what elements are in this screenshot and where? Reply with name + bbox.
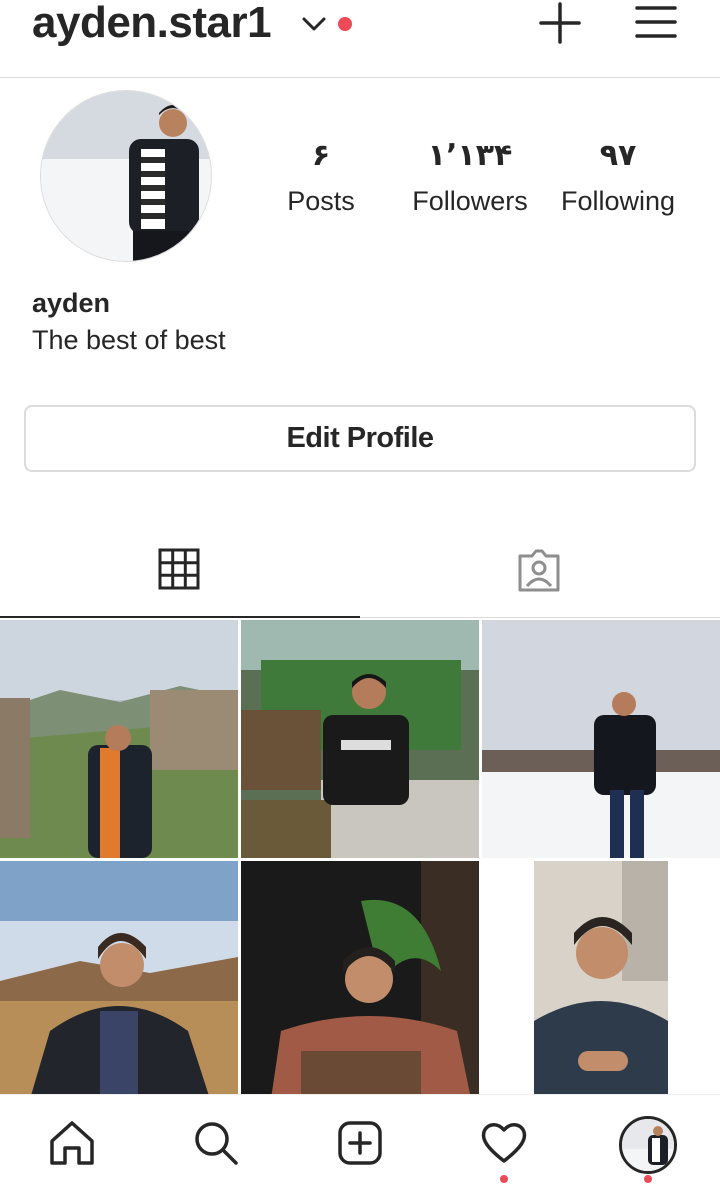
profile-avatar[interactable] — [619, 1116, 677, 1174]
followers-stat[interactable]: ۱٬۱۳۴ Followers — [395, 138, 545, 218]
following-stat[interactable]: ۹۷ Following — [543, 138, 693, 218]
search-icon[interactable] — [188, 1115, 244, 1171]
post-thumbnail[interactable] — [0, 861, 238, 1099]
post-thumbnail[interactable] — [482, 861, 720, 1099]
profile-notification-dot — [644, 1175, 652, 1183]
new-post-plus-icon[interactable] — [538, 1, 582, 45]
following-label: Following — [560, 186, 676, 216]
posts-count: ۶ — [311, 138, 331, 173]
add-post-icon[interactable] — [332, 1115, 388, 1171]
followers-label: Followers — [412, 186, 528, 216]
following-count: ۹۷ — [599, 138, 637, 173]
heart-icon[interactable] — [476, 1115, 532, 1171]
posts-label: Posts — [287, 186, 355, 216]
bottom-navigation — [0, 1094, 720, 1194]
posts-grid — [0, 620, 720, 1099]
grid-icon — [158, 548, 200, 590]
tab-grid[interactable] — [0, 530, 360, 618]
profile-tabs — [0, 530, 720, 618]
followers-count: ۱٬۱۳۴ — [427, 138, 513, 173]
tagged-user-icon — [518, 549, 560, 592]
post-thumbnail[interactable] — [241, 861, 479, 1099]
post-thumbnail[interactable] — [482, 620, 720, 858]
menu-icon[interactable] — [634, 2, 678, 42]
account-notification-dot — [338, 17, 352, 31]
home-icon[interactable] — [44, 1115, 100, 1171]
chevron-down-icon[interactable] — [300, 12, 328, 36]
tab-tagged[interactable] — [360, 530, 720, 618]
post-thumbnail[interactable] — [0, 620, 238, 858]
profile-full-name: ayden — [32, 288, 111, 318]
post-thumbnail[interactable] — [241, 620, 479, 858]
top-header: ayden.star1 — [0, 0, 720, 78]
profile-username[interactable]: ayden.star1 — [32, 0, 272, 46]
profile-bio: The best of best — [32, 325, 226, 355]
posts-stat[interactable]: ۶ Posts — [246, 138, 396, 218]
edit-profile-button[interactable]: Edit Profile — [24, 405, 696, 472]
activity-notification-dot — [500, 1175, 508, 1183]
profile-avatar[interactable] — [40, 90, 212, 262]
